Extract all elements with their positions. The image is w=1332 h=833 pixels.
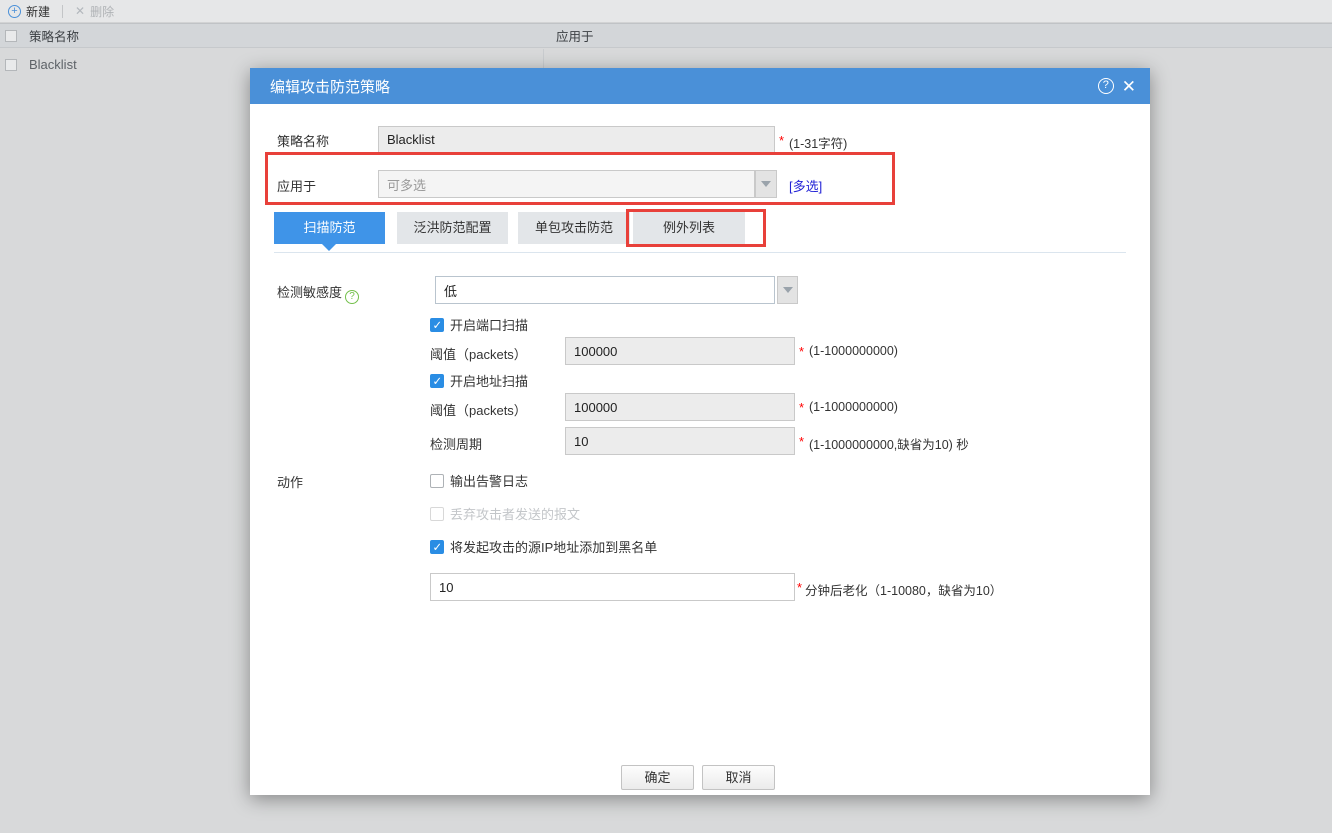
help-icon[interactable]: ? <box>1097 78 1114 94</box>
sensitivity-dropdown[interactable]: 低 <box>435 276 775 304</box>
sensitivity-help-icon[interactable]: ? <box>345 290 360 304</box>
address-scan-checkbox[interactable] <box>430 373 444 388</box>
aging-required-star: * <box>797 580 803 595</box>
action-label: 动作 <box>277 475 304 490</box>
sensitivity-label: 检测敏感度? <box>277 282 360 304</box>
annotation-box-apply-to <box>265 152 895 205</box>
aging-time-input[interactable]: 10 <box>430 573 795 601</box>
port-threshold-input[interactable]: 100000 <box>565 337 795 365</box>
tab-single-packet-attack[interactable]: 单包攻击防范 <box>518 212 630 244</box>
drop-checkbox-row: 丢弃攻击者发送的报文 <box>430 504 580 523</box>
aging-hint: 分钟后老化（1-10080，缺省为10） <box>805 584 1003 598</box>
detection-period-label: 检测周期 <box>430 437 483 452</box>
close-icon[interactable]: ✕ <box>1122 78 1136 95</box>
address-threshold-required-star: * <box>799 400 805 415</box>
port-threshold-hint: (1-1000000000) <box>809 344 898 358</box>
ok-button[interactable]: 确定 <box>621 765 694 790</box>
port-scan-checkbox-row[interactable]: 开启端口扫描 <box>430 315 528 334</box>
port-scan-checkbox[interactable] <box>430 317 444 332</box>
delete-x-icon: ✕ <box>75 4 86 18</box>
detection-period-input[interactable]: 10 <box>565 427 795 455</box>
new-button-label: 新建 <box>26 4 51 19</box>
dialog-header: 编辑攻击防范策略 ? ✕ <box>250 68 1150 104</box>
column-apply-to: 应用于 <box>556 30 594 44</box>
sensitivity-dropdown-button[interactable] <box>777 276 798 304</box>
active-tab-pointer-icon <box>322 244 336 251</box>
policy-name-required-star: * <box>779 133 785 148</box>
delete-button-label: 删除 <box>90 4 115 19</box>
tab-scan-prevention[interactable]: 扫描防范 <box>274 212 385 244</box>
toolbar-separator <box>62 4 64 18</box>
dialog-title: 编辑攻击防范策略 <box>270 78 391 96</box>
port-threshold-label: 阈值（packets） <box>430 347 527 362</box>
detection-period-required-star: * <box>799 434 805 449</box>
log-label: 输出告警日志 <box>450 474 529 489</box>
delete-button[interactable]: ✕ 删除 <box>67 0 122 22</box>
log-checkbox[interactable] <box>430 473 444 488</box>
address-threshold-input[interactable]: 100000 <box>565 393 795 421</box>
annotation-box-tab-exception-list <box>626 209 766 247</box>
tab-flood-prevention[interactable]: 泛洪防范配置 <box>397 212 508 244</box>
address-scan-label: 开启地址扫描 <box>450 374 529 389</box>
tabs-divider <box>274 252 1126 253</box>
policy-name-hint: (1-31字符) <box>789 137 848 151</box>
blacklist-checkbox-row[interactable]: 将发起攻击的源IP地址添加到黑名单 <box>430 537 657 556</box>
chevron-down-icon <box>782 287 793 293</box>
toolbar: + 新建 ✕ 删除 <box>0 0 1332 23</box>
address-threshold-label: 阈值（packets） <box>430 403 527 418</box>
port-threshold-required-star: * <box>799 344 805 359</box>
cancel-button[interactable]: 取消 <box>702 765 775 790</box>
blacklist-checkbox[interactable] <box>430 539 444 554</box>
log-checkbox-row[interactable]: 输出告警日志 <box>430 471 528 490</box>
drop-checkbox <box>430 506 444 521</box>
row-checkbox[interactable] <box>5 58 17 71</box>
sensitivity-label-text: 检测敏感度 <box>277 285 343 300</box>
address-threshold-hint: (1-1000000000) <box>809 400 898 414</box>
plus-circle-icon: + <box>8 4 21 18</box>
table-header: 策略名称 应用于 <box>0 23 1332 48</box>
new-button[interactable]: + 新建 <box>0 0 58 22</box>
port-scan-label: 开启端口扫描 <box>450 318 529 333</box>
policy-name-label: 策略名称 <box>277 134 330 149</box>
drop-label: 丢弃攻击者发送的报文 <box>450 507 581 522</box>
column-policy-name: 策略名称 <box>29 30 80 44</box>
policy-name-input[interactable]: Blacklist <box>378 126 775 153</box>
address-scan-checkbox-row[interactable]: 开启地址扫描 <box>430 371 528 390</box>
row-policy-name: Blacklist <box>29 57 77 72</box>
select-all-checkbox[interactable] <box>5 29 17 42</box>
detection-period-hint: (1-1000000000,缺省为10) 秒 <box>809 438 969 452</box>
edit-attack-policy-dialog: 编辑攻击防范策略 ? ✕ 策略名称 Blacklist * (1-31字符) 应… <box>250 68 1150 795</box>
blacklist-label: 将发起攻击的源IP地址添加到黑名单 <box>450 540 658 555</box>
